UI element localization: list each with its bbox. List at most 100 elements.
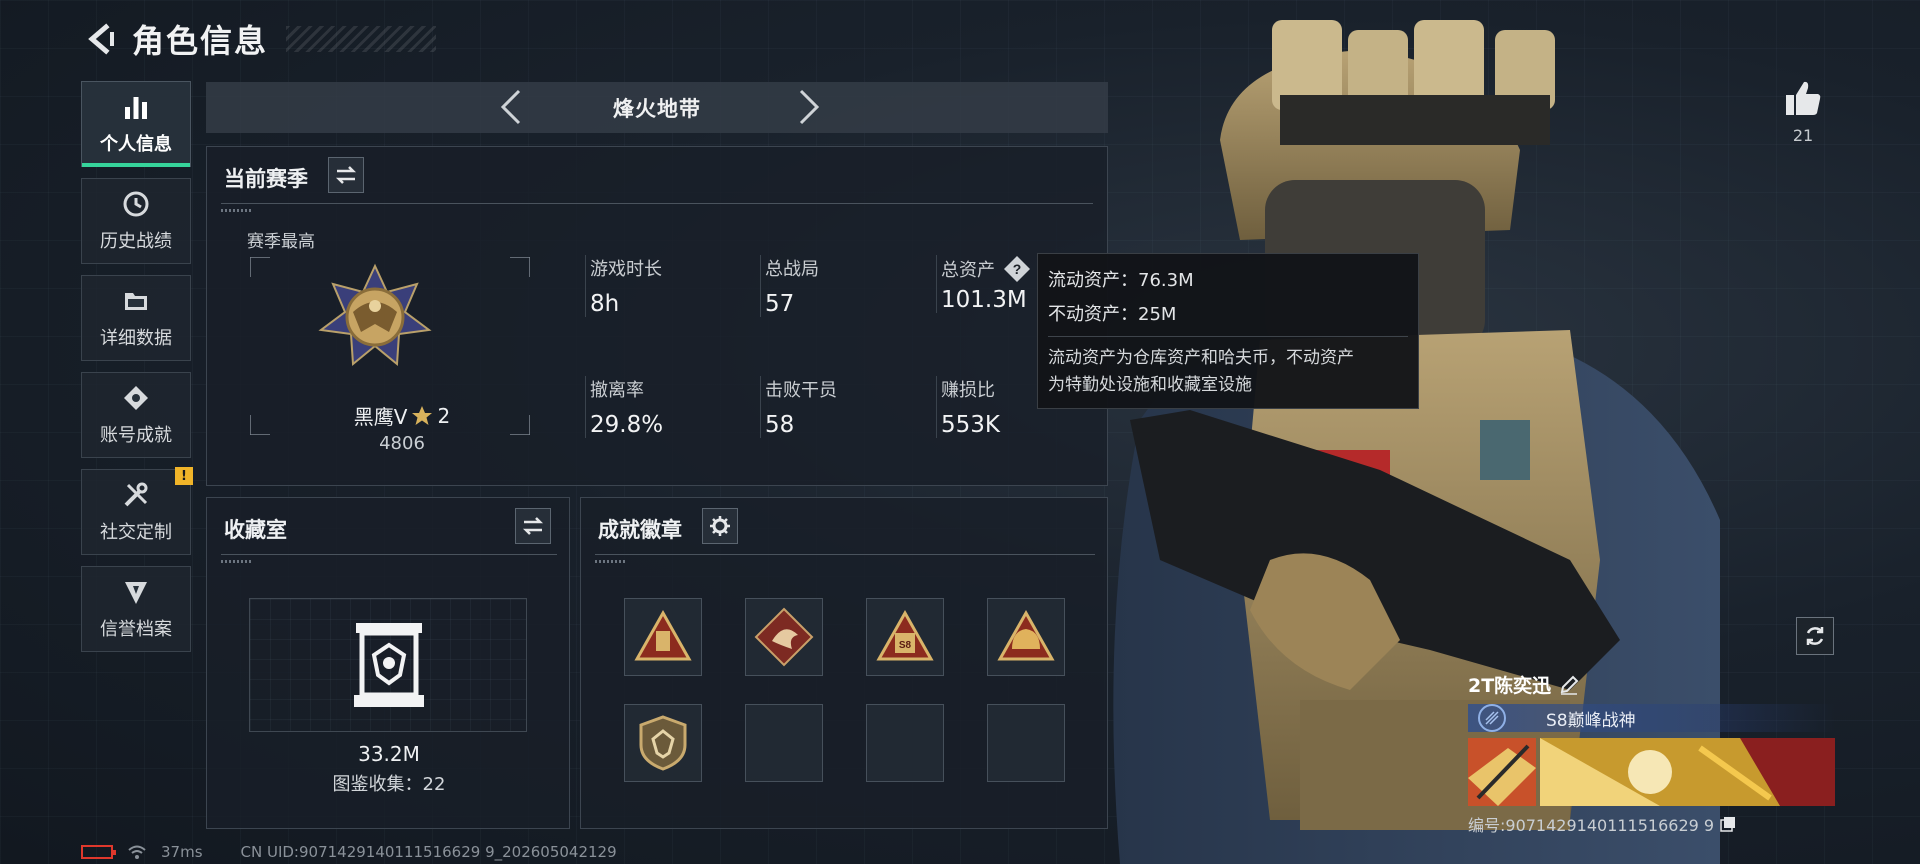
chevron-right-icon [799,89,820,125]
stat-label: 游戏时长 [590,259,662,280]
like-count: 21 [1792,126,1814,145]
stat-value: 57 [765,291,795,317]
badge-slot-2[interactable] [745,598,823,676]
stat-total-matches: 总战局 57 [760,255,819,317]
badge-slot-3[interactable]: S8 [866,598,944,676]
stat-label: 总资产 [941,260,995,281]
folder-icon [121,286,151,316]
edit-pencil-icon[interactable] [1559,675,1579,695]
badge-slot-5[interactable] [624,704,702,782]
stat-value: 29.8% [590,412,664,438]
gear-icon [710,516,730,536]
help-icon[interactable]: ? [1003,255,1031,283]
player-title: S8巅峰战神 [1546,710,1636,731]
stat-value: 553K [941,412,1000,438]
rank-medal-icon [318,263,432,367]
mode-prev-button[interactable] [494,89,528,125]
season-switch-button[interactable] [328,157,364,193]
stat-extraction-rate: 撤离率 29.8% [585,376,663,438]
status-bar: 37ms CN UID:9071429140111516629 9_202605… [81,843,617,861]
divider [221,203,1093,204]
badge-slot-empty[interactable] [866,704,944,782]
sidebar-item-social-custom[interactable]: 社交定制 ! [81,467,193,555]
player-title-row: S8巅峰战神 [1468,704,1835,732]
divider-ticks [595,560,625,563]
sidebar-item-reputation[interactable]: 信誉档案 [81,566,191,652]
badges-settings-button[interactable] [702,508,738,544]
player-banners [1468,738,1835,806]
rank-stars: 2 [437,403,451,428]
tools-icon [121,480,151,510]
banner-image-1[interactable] [1468,738,1536,806]
player-id: 编号:9071429140111516629 9 [1468,816,1715,835]
mode-selector: 烽火地带 [206,82,1108,133]
history-clock-icon [121,189,151,219]
tooltip-description-line-2: 为特勤处设施和收藏室设施 [1048,375,1252,395]
collection-switch-button[interactable] [515,508,551,544]
ping-value: 37ms [161,843,203,861]
warning-badge: ! [175,467,193,485]
collection-title: 收藏室 [224,518,287,542]
stat-label: 击败干员 [765,380,837,401]
back-button[interactable] [84,22,118,56]
badge-slot-4[interactable] [987,598,1065,676]
swap-icon [522,517,544,535]
collection-count: 图鉴收集：22 [332,774,446,795]
user-uid: CN UID:9071429140111516629 9_20260504212… [240,843,617,861]
like-widget[interactable]: 21 [1778,78,1828,145]
player-id-row: 编号:9071429140111516629 9 [1468,812,1835,836]
sidebar-item-personal-info[interactable]: 个人信息 [81,81,191,167]
season-best-label: 赛季最高 [247,232,315,252]
badge-slot-empty[interactable] [745,704,823,782]
mode-next-button[interactable] [792,89,826,125]
sidebar-item-detail-data[interactable]: 详细数据 [81,275,191,361]
rank-score: 4806 [379,433,425,454]
rank-name: 黑鹰V [353,405,408,429]
sidebar-item-label: 历史战绩 [100,231,172,252]
title-emblem-icon [1478,704,1506,732]
sidebar: 个人信息 历史战绩 详细数据 账号成就 社交定制 ! 信誉档案 [81,81,193,652]
wifi-icon [128,845,146,859]
season-title: 当前赛季 [224,167,308,191]
badge-slot-1[interactable] [624,598,702,676]
page-title: 角色信息 [132,22,269,60]
badge-slot-empty[interactable] [987,704,1065,782]
divider-ticks [221,560,251,563]
badge-shield-icon [639,715,687,771]
swap-icon [335,166,357,184]
assets-tooltip: 流动资产：76.3M 不动资产：25M 流动资产为仓库资产和哈夫币，不动资产 为… [1037,253,1419,409]
achievement-icon [121,383,151,413]
refresh-icon [1806,627,1824,645]
rank-label: 黑鹰V 2 [332,401,472,430]
tooltip-fixed-assets: 不动资产：25M [1048,304,1177,325]
back-arrow-icon [88,23,114,55]
stat-label: 赚损比 [941,380,995,401]
sidebar-item-label: 社交定制 [100,522,172,543]
showcase-icon [354,623,424,707]
star-icon [412,405,433,425]
badges-title: 成就徽章 [598,518,682,542]
divider [595,554,1095,555]
sidebar-item-history[interactable]: 历史战绩 [81,178,191,264]
divider-ticks [221,209,251,212]
collection-display[interactable] [249,598,527,732]
thumbs-up-icon [1786,81,1821,115]
tooltip-liquid-assets: 流动资产：76.3M [1048,270,1194,291]
rotate-character-button[interactable] [1796,617,1834,655]
reputation-icon [121,577,151,607]
tooltip-divider [1048,336,1408,337]
sidebar-item-label: 信誉档案 [100,619,172,640]
stat-value: 58 [765,412,795,438]
banner-image-2[interactable] [1540,738,1835,806]
stat-value: 101.3M [941,287,1027,313]
player-name-row: 2T陈奕迅 [1468,671,1835,698]
badge-dragon-icon [754,607,814,667]
player-name: 2T陈奕迅 [1468,675,1552,697]
stat-operators-defeated: 击败干员 58 [760,376,837,438]
sidebar-item-achievements[interactable]: 账号成就 [81,372,191,458]
stat-value: 8h [590,291,620,317]
copy-icon[interactable] [1720,816,1736,832]
collection-panel: 收藏室 33.2M 图鉴收集：22 [206,497,570,829]
stat-label: 总战局 [765,259,819,280]
battery-icon [81,845,116,859]
